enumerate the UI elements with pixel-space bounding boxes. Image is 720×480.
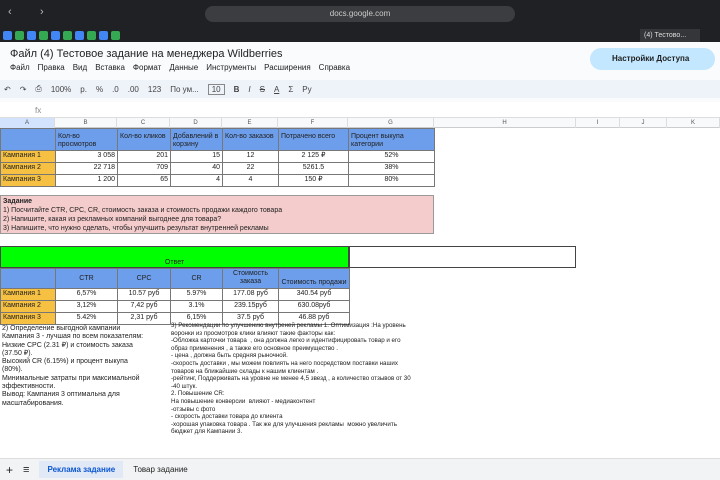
task-line: 1) Посчитайте CTR, CPC, CR, стоимость за… xyxy=(3,207,283,214)
input-tools-button[interactable]: Ру xyxy=(302,85,311,94)
decrease-decimal-button[interactable]: .0 xyxy=(112,85,119,94)
menu-tools[interactable]: Инструменты xyxy=(206,63,256,72)
document-title[interactable]: Файл (4) Тестовое задание на менеджера W… xyxy=(10,48,283,60)
menu-edit[interactable]: Правка xyxy=(38,63,65,72)
sheet-tab-product[interactable]: Товар задание xyxy=(133,465,188,474)
answer-border-cell[interactable] xyxy=(349,246,576,268)
answer-header[interactable]: Ответ xyxy=(0,246,349,268)
row-label[interactable]: Кампания 3 xyxy=(0,174,56,187)
table1-cell[interactable]: 65 xyxy=(117,174,171,187)
menu-data[interactable]: Данные xyxy=(169,63,198,72)
zoom-select[interactable]: 100% xyxy=(51,85,71,94)
sheet-tabs-bar: + ≡ Реклама задание Товар задание xyxy=(0,458,720,480)
column-header-e[interactable]: E xyxy=(222,118,278,128)
share-button[interactable]: Настройки Доступа xyxy=(590,48,715,70)
percent-button[interactable]: % xyxy=(96,85,103,94)
table1-cell[interactable]: 80% xyxy=(348,174,435,187)
answer-header-cell[interactable]: Стоимость продажи xyxy=(278,268,350,289)
answer-header-cell[interactable]: Стоимость заказа xyxy=(222,268,279,289)
currency-button[interactable]: р. xyxy=(80,85,87,94)
answer-cell[interactable]: 2,31 руб xyxy=(117,312,171,325)
table1-header-cell[interactable]: Добавлений в корзину xyxy=(170,128,223,151)
tab-icon[interactable] xyxy=(51,31,60,40)
menu-view[interactable]: Вид xyxy=(73,63,87,72)
table1-cell[interactable]: 1 200 xyxy=(55,174,118,187)
font-select[interactable]: По ум... xyxy=(170,85,199,94)
answer-header-cell[interactable]: CR xyxy=(170,268,223,289)
task-block[interactable]: Задание 1) Посчитайте CTR, CPC, CR, стои… xyxy=(0,195,434,234)
strikethrough-button[interactable]: S xyxy=(260,85,265,94)
table1-header-cell[interactable]: Кол-во просмотров xyxy=(55,128,118,151)
menu-help[interactable]: Справка xyxy=(319,63,350,72)
table1-header-cell[interactable] xyxy=(0,128,56,151)
answer-header-cell[interactable] xyxy=(0,268,56,289)
column-header-g[interactable]: G xyxy=(348,118,434,128)
column-headers: A B C D E F G H I J K xyxy=(0,118,720,128)
tab-icon[interactable] xyxy=(15,31,24,40)
tab-icon[interactable] xyxy=(75,31,84,40)
table1-header-cell[interactable]: Кол-во кликов xyxy=(117,128,171,151)
task-title: Задание xyxy=(3,198,33,205)
tab-icon[interactable] xyxy=(63,31,72,40)
bold-button[interactable]: B xyxy=(234,85,240,94)
table1-cell[interactable]: 4 xyxy=(170,174,223,187)
font-size-input[interactable]: 10 xyxy=(207,83,225,95)
format-button[interactable]: 123 xyxy=(148,85,161,94)
column-header-h[interactable]: H xyxy=(434,118,576,128)
back-icon[interactable]: ‹ xyxy=(8,6,12,18)
tab-icon[interactable] xyxy=(3,31,12,40)
toolbar: ↶ ↷ ⎙ 100% р. % .0 .00 123 По ум... 10 B I… xyxy=(0,80,720,98)
table1-cell[interactable]: 150 ₽ xyxy=(278,174,349,187)
conclusion-text[interactable]: 2) Определение выгодной кампании Кампани… xyxy=(2,325,167,408)
row-label[interactable]: Кампания 3 xyxy=(0,312,56,325)
redo-icon[interactable]: ↷ xyxy=(20,85,27,94)
table1-header-cell[interactable]: Кол-во заказов xyxy=(222,128,279,151)
all-sheets-button[interactable]: ≡ xyxy=(23,464,29,476)
answer-header-cell[interactable]: CPC xyxy=(117,268,171,289)
tab-icon[interactable] xyxy=(99,31,108,40)
task-line: 2) Напишите, какая из рекламных компаний… xyxy=(3,216,222,223)
text-color-button[interactable]: A xyxy=(274,85,279,94)
formula-bar[interactable]: fx xyxy=(0,104,720,118)
column-header-f[interactable]: F xyxy=(278,118,348,128)
print-icon[interactable]: ⎙ xyxy=(35,84,41,94)
column-header-j[interactable]: J xyxy=(620,118,667,128)
answer-cell[interactable]: 5.42% xyxy=(55,312,118,325)
active-browser-tab[interactable]: (4) Тестово... xyxy=(640,29,700,42)
forward-icon[interactable]: › xyxy=(40,6,44,18)
menu-format[interactable]: Формат xyxy=(133,63,161,72)
add-sheet-button[interactable]: + xyxy=(6,463,13,477)
tab-icon[interactable] xyxy=(87,31,96,40)
column-header-i[interactable]: I xyxy=(576,118,620,128)
undo-icon[interactable]: ↶ xyxy=(4,85,11,94)
recommendations-text[interactable]: 3) Рекомендации по улучшению внутреней р… xyxy=(171,322,441,436)
task-line: 3) Напишите, что нужно сделать, чтобы ул… xyxy=(3,225,269,232)
column-header-b[interactable]: B xyxy=(55,118,117,128)
tab-icon[interactable] xyxy=(27,31,36,40)
column-header-k[interactable]: K xyxy=(667,118,720,128)
column-header-a[interactable]: A xyxy=(0,118,55,128)
browser-tabs xyxy=(0,30,720,42)
answer-header-cell[interactable]: CTR xyxy=(55,268,118,289)
column-header-d[interactable]: D xyxy=(170,118,222,128)
table1-header-cell[interactable]: Потрачено всего xyxy=(278,128,349,151)
menu-extensions[interactable]: Расширения xyxy=(264,63,311,72)
url-bar[interactable]: docs.google.com xyxy=(205,6,515,22)
menu-insert[interactable]: Вставка xyxy=(95,63,125,72)
increase-decimal-button[interactable]: .00 xyxy=(128,85,139,94)
table1-header-cell[interactable]: Процент выкупа категории xyxy=(348,128,435,151)
sheet-tab-ads[interactable]: Реклама задание xyxy=(39,461,124,478)
menu-bar: Файл Правка Вид Вставка Формат Данные Инструме… xyxy=(10,63,350,72)
fx-icon: fx xyxy=(35,106,42,115)
functions-button[interactable]: Σ xyxy=(288,85,293,94)
italic-button[interactable]: I xyxy=(248,85,250,94)
tab-icon[interactable] xyxy=(39,31,48,40)
table1-cell[interactable]: 4 xyxy=(222,174,279,187)
column-header-c[interactable]: C xyxy=(117,118,170,128)
tab-icon[interactable] xyxy=(111,31,120,40)
menu-file[interactable]: Файл xyxy=(10,63,30,72)
